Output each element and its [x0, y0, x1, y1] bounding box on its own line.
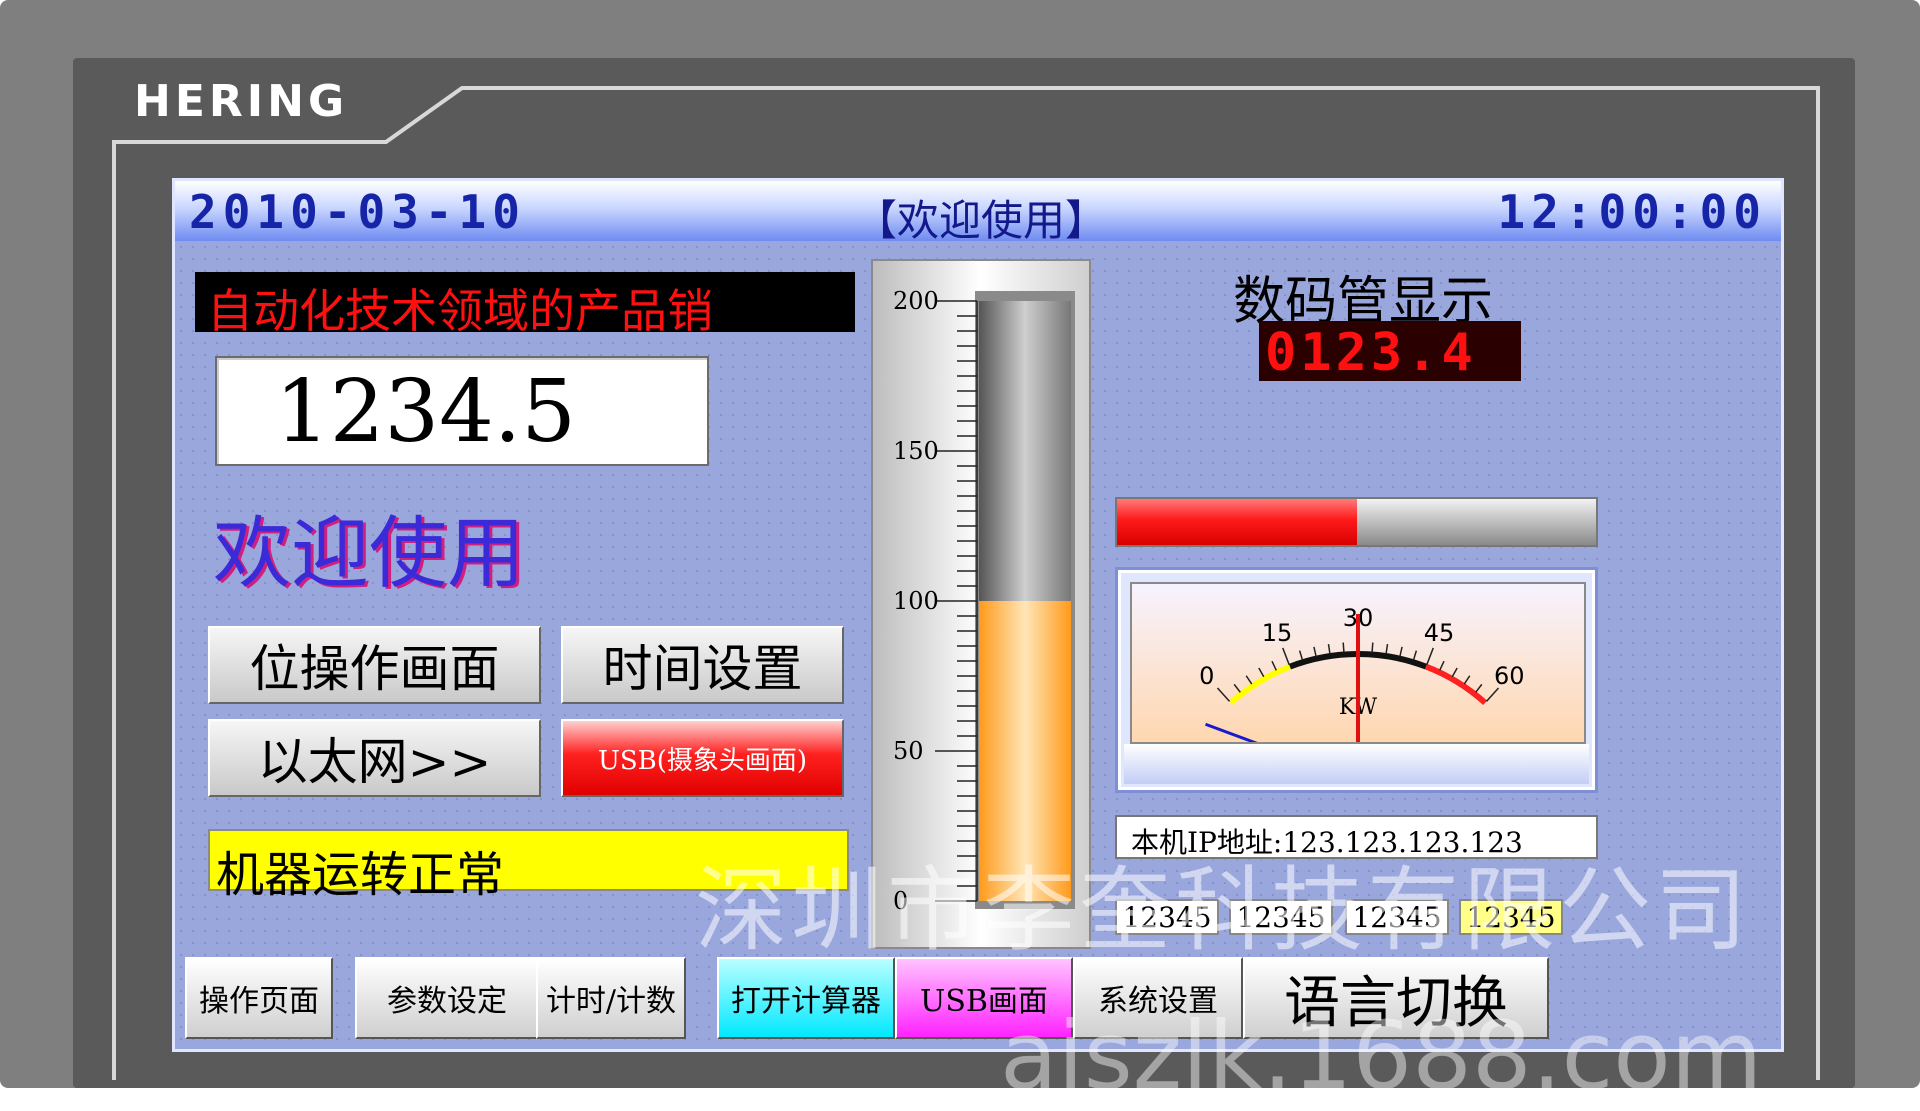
time-setting-button[interactable]: 时间设置 [561, 626, 844, 704]
meter-scale-label: 45 [1424, 619, 1455, 647]
meter-tick [1282, 647, 1290, 666]
meter-base [1124, 744, 1589, 784]
welcome-text: 欢迎使用 [213, 509, 526, 599]
status-message: 机器运转正常 [216, 847, 505, 903]
bit-operation-button[interactable]: 位操作画面 [208, 626, 541, 704]
meter-tick [1475, 683, 1483, 693]
meter-dial: 015304560KW [1199, 604, 1525, 742]
brand-logo: HERING [134, 76, 349, 127]
meter-scale-label: 15 [1262, 619, 1293, 647]
scrolling-marquee: 自动化技术领域的产品销 [195, 272, 855, 332]
meter-tick [1385, 644, 1389, 655]
meter-tick [1216, 687, 1231, 702]
meter-face: 015304560KW [1130, 582, 1586, 744]
site-watermark: aiszlk.1688.com [1000, 1002, 1763, 1111]
date-display: 2010-03-10 [189, 185, 526, 239]
time-display: 12:00:00 [1497, 185, 1767, 239]
meter-tick [1298, 650, 1304, 661]
meter-tick [1342, 642, 1345, 653]
page-title: 【欢迎使用】 [855, 196, 1108, 245]
numeric-display: 1234.5 [215, 356, 709, 466]
meter-tick [1439, 660, 1445, 671]
tank-scale-label: 150 [893, 437, 939, 465]
seven-segment-value: 0123.4 [1265, 323, 1477, 383]
meter-tick [1426, 647, 1434, 666]
nav-operation-page[interactable]: 操作页面 [185, 957, 333, 1039]
tank-scale-label: 200 [893, 287, 939, 315]
tank-scale-label: 100 [893, 587, 939, 615]
meter-secondary-needle [1204, 722, 1258, 742]
meter-scale-label: 60 [1494, 662, 1525, 690]
numeric-value: 1234.5 [275, 362, 576, 462]
title-bar: 2010-03-10 【欢迎使用】 12:00:00 [175, 181, 1781, 245]
company-watermark: 深圳市李奎科技有限公司 [695, 857, 1752, 964]
meter-tick [1313, 646, 1317, 657]
meter-tick [1258, 667, 1265, 678]
meter-tick [1271, 660, 1277, 671]
meter-tick [1463, 675, 1471, 685]
meter-tick [1399, 646, 1403, 657]
bar-graph-fill [1117, 499, 1357, 545]
meter-tick [1412, 650, 1418, 661]
tank-scale-label: 50 [893, 737, 924, 765]
meter-tick [1451, 667, 1458, 678]
seven-segment-display: 0123.4 [1259, 321, 1521, 383]
ethernet-button[interactable]: 以太网>> [208, 719, 541, 797]
usb-camera-button[interactable]: USB(摄象头画面) [561, 719, 844, 797]
meter-tick [1327, 644, 1331, 655]
marquee-text: 自动化技术领域的产品销 [207, 284, 713, 332]
meter-scale-label: 0 [1199, 662, 1214, 690]
bar-graph [1115, 497, 1598, 547]
meter-tick [1245, 675, 1253, 685]
meter-tick [1233, 683, 1241, 693]
meter-tick [1371, 642, 1374, 653]
nav-timer-counter[interactable]: 计时/计数 [536, 957, 686, 1039]
analog-meter: 015304560KW [1115, 567, 1598, 793]
nav-parameter-settings[interactable]: 参数设定 [355, 957, 539, 1039]
nav-open-calculator[interactable]: 打开计算器 [717, 957, 895, 1039]
